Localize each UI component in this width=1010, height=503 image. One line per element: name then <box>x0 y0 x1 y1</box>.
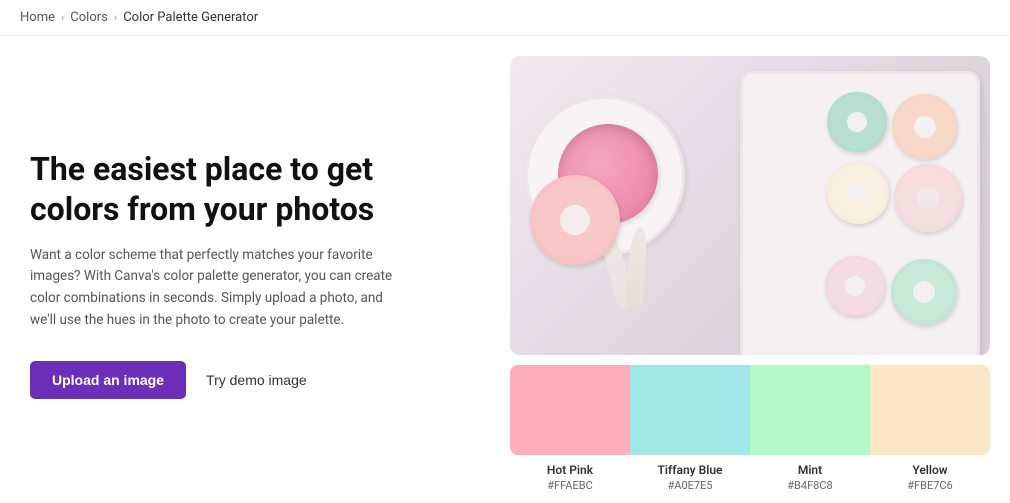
color-name-0: Hot Pink <box>510 463 630 477</box>
breadcrumb-home[interactable]: Home <box>20 10 55 25</box>
breadcrumb-chevron-1: › <box>61 11 64 24</box>
color-label-0: Hot Pink #FFAEBC <box>510 463 630 492</box>
donut-4 <box>827 162 889 224</box>
color-hex-1: #A0E7E5 <box>630 479 750 492</box>
try-demo-button[interactable]: Try demo image <box>206 372 307 388</box>
color-name-2: Mint <box>750 463 870 477</box>
color-label-2: Mint #B4F8C8 <box>750 463 870 492</box>
color-swatch-1[interactable] <box>630 365 750 455</box>
spoon-2 <box>625 226 650 307</box>
color-label-1: Tiffany Blue #A0E7E5 <box>630 463 750 492</box>
breadcrumb-current: Color Palette Generator <box>123 10 258 25</box>
breadcrumb: Home › Colors › Color Palette Generator <box>0 0 1010 36</box>
donut-scene <box>510 56 990 355</box>
color-hex-3: #FBE7C6 <box>870 479 990 492</box>
donut-5 <box>891 259 957 325</box>
color-label-3: Yellow #FBE7C6 <box>870 463 990 492</box>
breadcrumb-colors[interactable]: Colors <box>70 10 108 25</box>
color-palette: Hot Pink #FFAEBCTiffany Blue #A0E7E5Mint #B… <box>510 365 990 492</box>
tray <box>740 71 980 355</box>
color-hex-0: #FFAEBC <box>510 479 630 492</box>
main-layout: The easiest place to get colors from you… <box>0 36 1010 502</box>
donut-2 <box>827 92 887 152</box>
cta-buttons: Upload an image Try demo image <box>30 361 470 399</box>
donut-main <box>530 175 620 265</box>
donut-6 <box>825 256 885 316</box>
donut-1 <box>892 94 957 159</box>
color-swatch-0[interactable] <box>510 365 630 455</box>
right-panel: Hot Pink #FFAEBCTiffany Blue #A0E7E5Mint #B… <box>510 36 1010 502</box>
upload-image-button[interactable]: Upload an image <box>30 361 186 399</box>
donut-3 <box>894 164 962 232</box>
color-hex-2: #B4F8C8 <box>750 479 870 492</box>
breadcrumb-chevron-2: › <box>114 11 117 24</box>
left-panel: The easiest place to get colors from you… <box>0 36 510 502</box>
color-swatches <box>510 365 990 455</box>
color-swatch-3[interactable] <box>870 365 990 455</box>
hero-image <box>510 56 990 355</box>
hero-title: The easiest place to get colors from you… <box>30 149 470 229</box>
color-name-3: Yellow <box>870 463 990 477</box>
color-labels: Hot Pink #FFAEBCTiffany Blue #A0E7E5Mint #B… <box>510 463 990 492</box>
color-swatch-2[interactable] <box>750 365 870 455</box>
hero-description: Want a color scheme that perfectly match… <box>30 245 410 331</box>
color-name-1: Tiffany Blue <box>630 463 750 477</box>
